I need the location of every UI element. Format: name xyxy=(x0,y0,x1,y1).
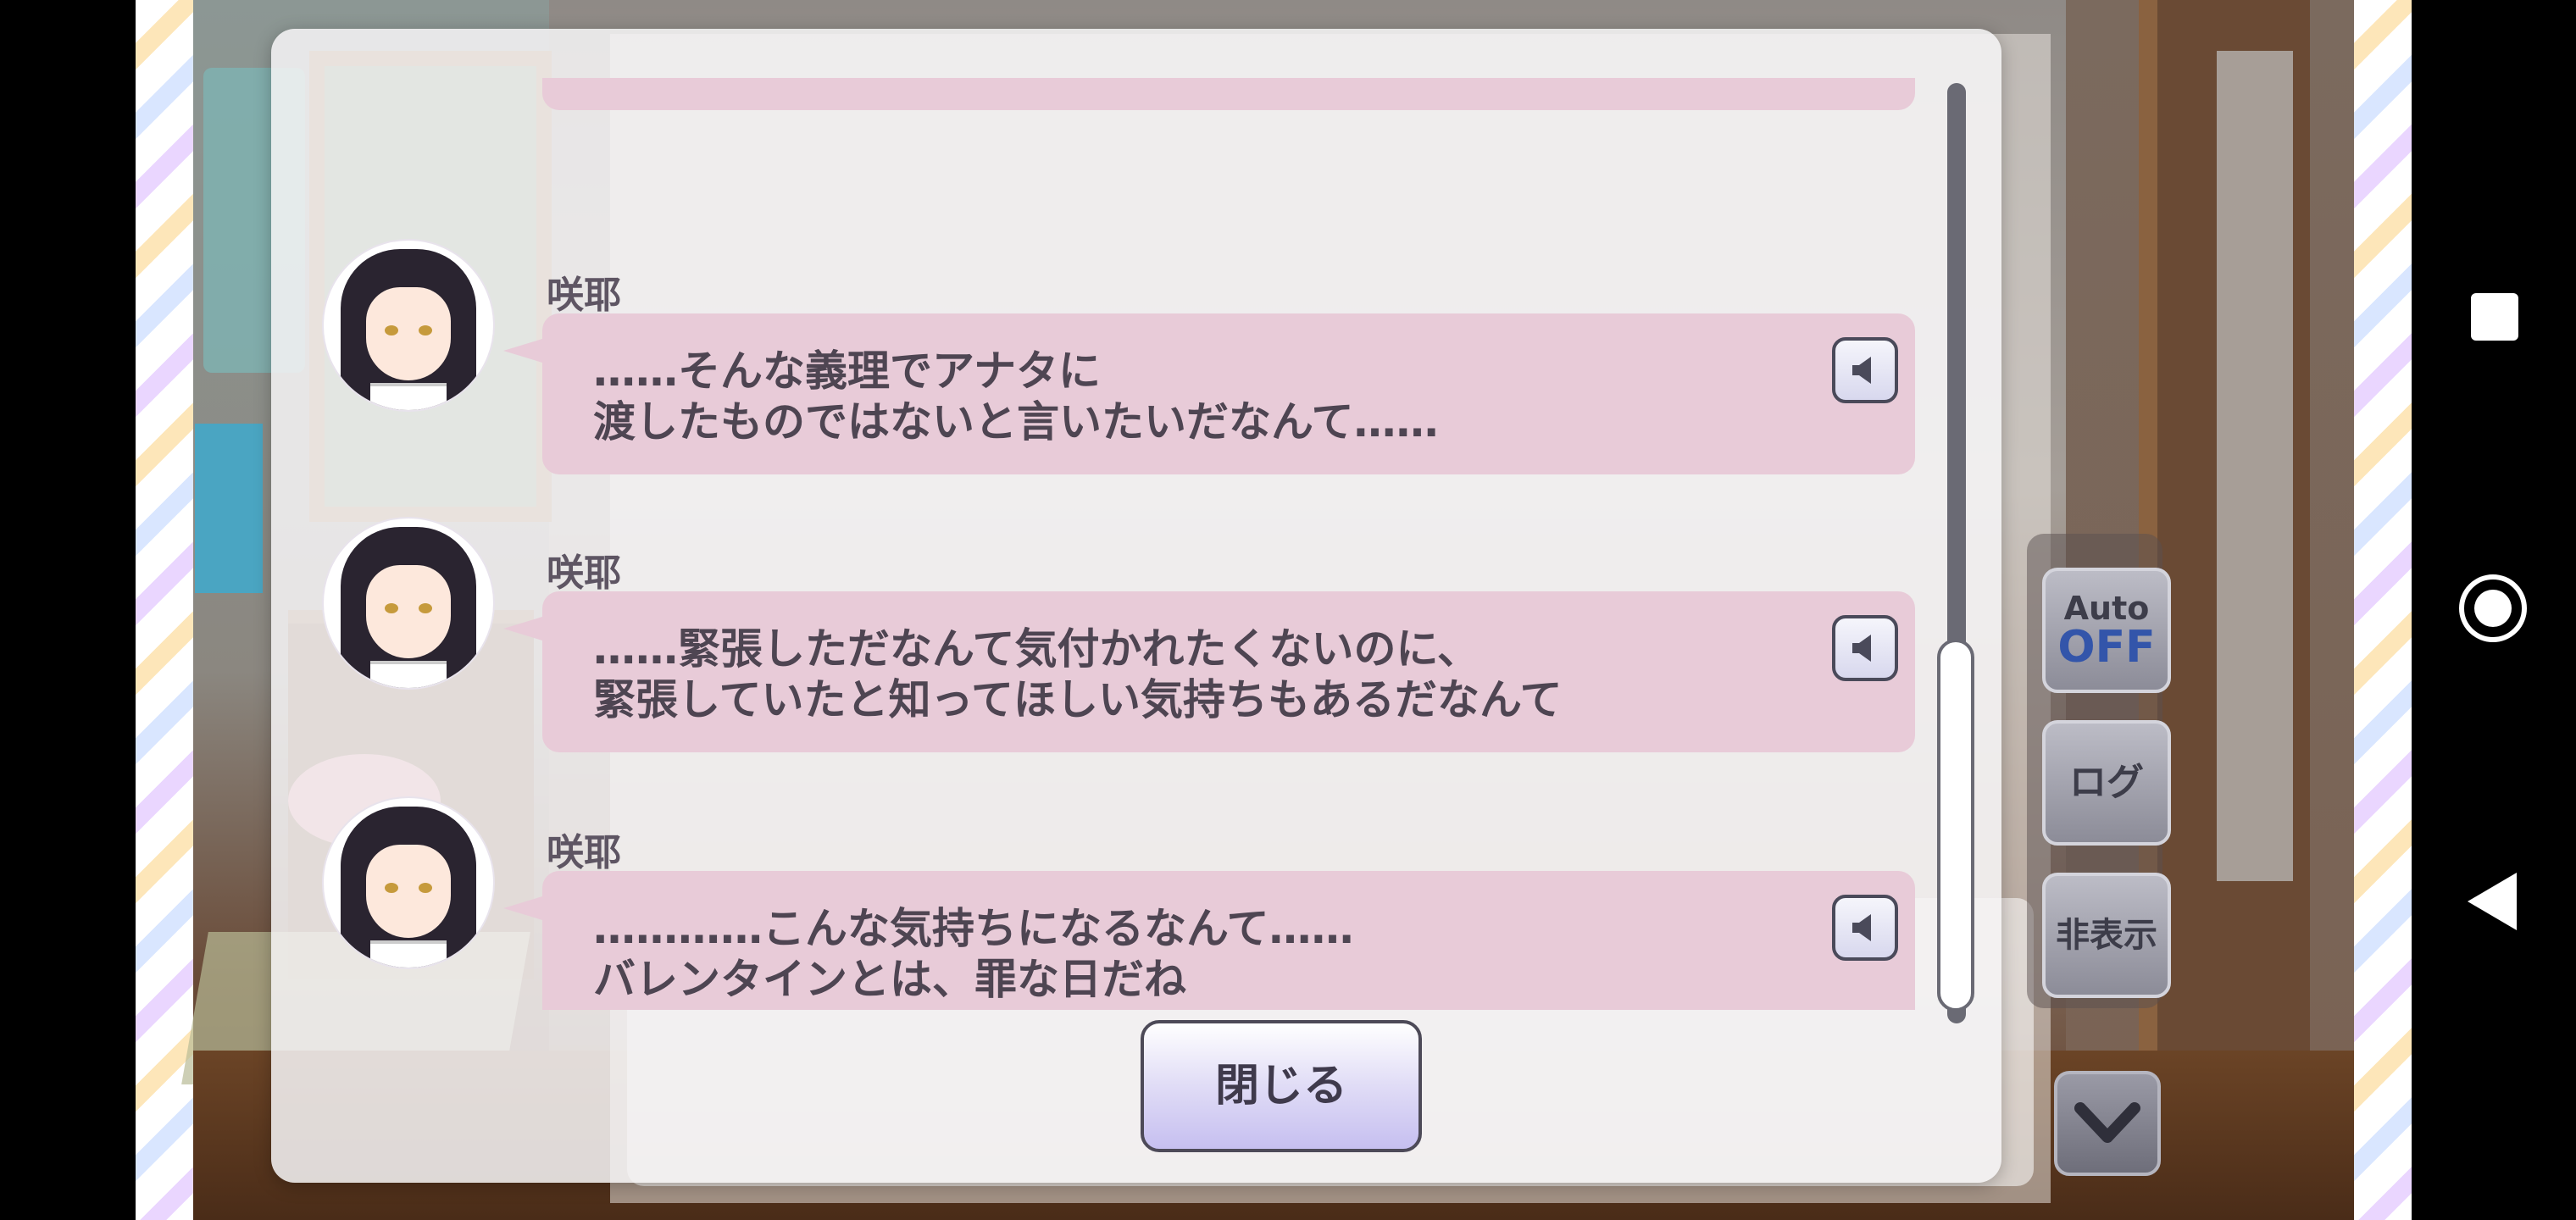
log-entry: 咲耶 …………こんな気持ちになるなんて…… バレンタインとは、罪な日だね xyxy=(322,796,1949,1010)
hide-button[interactable]: 非表示 xyxy=(2042,873,2171,998)
message-bubble: …………こんな気持ちになるなんて…… バレンタインとは、罪な日だね xyxy=(503,871,1915,1010)
avatar xyxy=(322,517,495,690)
message-bubble: ………………………ッッ xyxy=(542,78,1915,110)
speaker-name: 咲耶 xyxy=(547,274,621,317)
speaker-icon xyxy=(1852,635,1871,662)
voice-replay-button[interactable] xyxy=(1832,615,1898,681)
home-button[interactable] xyxy=(2459,574,2527,642)
chevron-down-icon xyxy=(2074,1102,2140,1143)
message-bubble: ……緊張しただなんて気付かれたくないのに、 緊張していたと知ってほしい気持ちもあ… xyxy=(503,591,1915,752)
log-entry-partial: ………………………ッッ xyxy=(322,78,1949,129)
avatar xyxy=(322,239,495,412)
message-line-2: バレンタインとは、罪な日だね xyxy=(593,955,1186,1004)
backlog-list[interactable]: ………………………ッッ 咲耶 ……そんな義理でアナタに 渡したものではないと言い… xyxy=(322,78,1949,1010)
speaker-name: 咲耶 xyxy=(547,552,621,595)
backlog-modal: ………………………ッッ 咲耶 ……そんな義理でアナタに 渡したものではないと言い… xyxy=(271,29,2001,1183)
speaker-icon xyxy=(1852,357,1871,384)
auto-state: OFF xyxy=(2057,622,2156,673)
message-line-2: 緊張していたと知ってほしい気持ちもあるだなんて xyxy=(593,675,1563,724)
log-button[interactable]: ログ xyxy=(2042,720,2171,846)
message-bubble: ……そんな義理でアナタに 渡したものではないと言いたいだなんて…… xyxy=(503,313,1915,474)
log-entry: 咲耶 ……緊張しただなんて気付かれたくないのに、 緊張していたと知ってほしい気持… xyxy=(322,517,1949,771)
close-button[interactable]: 閉じる xyxy=(1141,1020,1422,1152)
voice-replay-button[interactable] xyxy=(1832,895,1898,961)
wall-poster xyxy=(195,424,263,593)
scrollbar-thumb[interactable] xyxy=(1937,639,1974,1012)
door-glass xyxy=(2217,51,2293,881)
speaker-name: 咲耶 xyxy=(547,831,621,874)
auto-button[interactable]: Auto OFF xyxy=(2042,568,2171,693)
message-line: ………………………ッッ xyxy=(593,78,1059,85)
back-button[interactable] xyxy=(2468,873,2517,930)
avatar xyxy=(322,796,495,969)
message-line-2: 渡したものではないと言いたいだなんて…… xyxy=(593,397,1439,446)
speaker-icon xyxy=(1852,914,1871,941)
voice-replay-button[interactable] xyxy=(1832,337,1898,403)
menu-toggle-button[interactable] xyxy=(2054,1071,2161,1176)
recents-button[interactable] xyxy=(2471,293,2518,341)
log-entry: 咲耶 ……そんな義理でアナタに 渡したものではないと言いたいだなんて…… xyxy=(322,239,1949,493)
left-stripe-border xyxy=(136,0,193,1220)
auto-label: Auto xyxy=(2063,590,2150,627)
right-stripe-border xyxy=(2354,0,2412,1220)
